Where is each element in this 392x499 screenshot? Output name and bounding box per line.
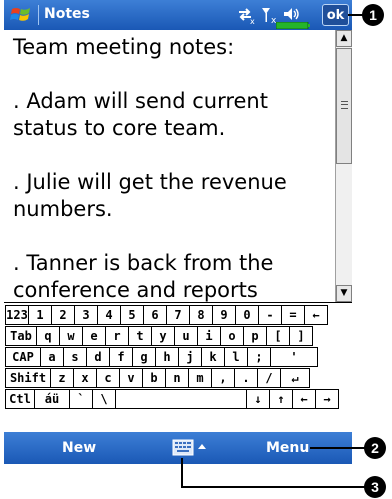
key[interactable]: x	[73, 368, 97, 388]
pocketpc-screen: Notes x x ok Team meeting notes: . Adam …	[4, 0, 352, 464]
space-key[interactable]	[115, 389, 247, 409]
note-paragraph: . Adam will send current status to core …	[13, 89, 268, 140]
scroll-down-button[interactable]: ▼	[336, 285, 352, 302]
callout-line	[181, 486, 366, 488]
note-text[interactable]: Team meeting notes: . Adam will send cur…	[4, 30, 335, 302]
key[interactable]: .	[234, 368, 258, 388]
app-title: Notes	[44, 6, 90, 22]
key[interactable]: w	[59, 326, 83, 346]
scroll-thumb[interactable]	[336, 48, 352, 164]
key[interactable]: 3	[74, 305, 98, 325]
note-paragraph: . Tanner is back from the conference and…	[13, 251, 274, 302]
key[interactable]: z	[50, 368, 74, 388]
soft-keyboard: 123 1 2 3 4 5 6 7 8 9 0- = ← Tab q w e r t y u i o p[] CAP a s d f…	[4, 302, 352, 432]
key[interactable]: 8	[189, 305, 213, 325]
enter-key[interactable]: ↵	[280, 368, 310, 388]
key[interactable]: e	[82, 326, 106, 346]
numbers-key[interactable]: 123	[5, 305, 29, 325]
key[interactable]: y	[151, 326, 175, 346]
title-separator	[38, 5, 39, 25]
ctrl-key[interactable]: Ctl	[5, 389, 35, 409]
key[interactable]: 6	[143, 305, 167, 325]
arrow-up-key[interactable]: ↑	[269, 389, 293, 409]
key[interactable]: =	[281, 305, 305, 325]
key[interactable]: f	[109, 347, 133, 367]
callout-2: 2	[364, 437, 386, 459]
key[interactable]: g	[132, 347, 156, 367]
callout-3: 3	[364, 476, 386, 498]
key[interactable]: 0	[235, 305, 259, 325]
note-paragraph: Team meeting notes:	[13, 35, 235, 59]
key[interactable]: '	[270, 347, 318, 367]
callout-1: 1	[362, 4, 384, 26]
vertical-scrollbar[interactable]: ▲ ▼	[335, 30, 352, 302]
key[interactable]: c	[96, 368, 120, 388]
key[interactable]: j	[178, 347, 202, 367]
windows-start-flag-icon[interactable]	[10, 4, 32, 26]
arrow-left-key[interactable]: ←	[292, 389, 316, 409]
key[interactable]: r	[105, 326, 129, 346]
key[interactable]: m	[188, 368, 212, 388]
key[interactable]: l	[224, 347, 248, 367]
key[interactable]: u	[174, 326, 198, 346]
key[interactable]: -	[258, 305, 282, 325]
keyboard-input-icon[interactable]	[172, 438, 210, 458]
key[interactable]: 5	[120, 305, 144, 325]
arrow-down-key[interactable]: ↓	[246, 389, 270, 409]
key[interactable]: q	[36, 326, 60, 346]
callout-line	[181, 458, 183, 487]
shift-key[interactable]: Shift	[5, 368, 51, 388]
menu-bar: New Menu	[4, 432, 352, 464]
key[interactable]: 7	[166, 305, 190, 325]
key[interactable]: `	[69, 389, 93, 409]
key[interactable]: k	[201, 347, 225, 367]
key[interactable]: s	[63, 347, 87, 367]
connectivity-icon[interactable]: x	[236, 5, 256, 25]
key[interactable]: áü	[34, 389, 70, 409]
callout-line	[310, 447, 366, 449]
key[interactable]: ,	[211, 368, 235, 388]
backspace-key[interactable]: ←	[304, 305, 328, 325]
title-bar: Notes x x ok	[4, 0, 352, 30]
key[interactable]: \	[92, 389, 116, 409]
key[interactable]: h	[155, 347, 179, 367]
new-button[interactable]: New	[62, 440, 96, 456]
notes-document[interactable]: Team meeting notes: . Adam will send cur…	[4, 30, 335, 302]
key[interactable]: ]	[289, 326, 313, 346]
scroll-up-button[interactable]: ▲	[336, 30, 352, 47]
key[interactable]: ;	[247, 347, 271, 367]
key[interactable]: a	[40, 347, 64, 367]
tab-key[interactable]: Tab	[5, 326, 37, 346]
key[interactable]: 4	[97, 305, 121, 325]
key[interactable]: d	[86, 347, 110, 367]
key[interactable]: p	[243, 326, 267, 346]
key[interactable]: i	[197, 326, 221, 346]
key[interactable]: 1	[28, 305, 52, 325]
key[interactable]: b	[142, 368, 166, 388]
battery-icon	[276, 22, 310, 29]
note-paragraph: . Julie will get the revenue numbers.	[13, 170, 287, 221]
key[interactable]: v	[119, 368, 143, 388]
key[interactable]: 2	[51, 305, 75, 325]
key[interactable]: /	[257, 368, 281, 388]
key[interactable]: n	[165, 368, 189, 388]
key[interactable]: 9	[212, 305, 236, 325]
key[interactable]: o	[220, 326, 244, 346]
key[interactable]: t	[128, 326, 152, 346]
scroll-grip-icon	[341, 101, 348, 109]
menu-button[interactable]: Menu	[266, 440, 309, 456]
arrow-right-key[interactable]: →	[315, 389, 339, 409]
svg-text:x: x	[250, 17, 255, 25]
ok-button[interactable]: ok	[322, 4, 349, 26]
caps-key[interactable]: CAP	[5, 347, 41, 367]
key[interactable]: [	[266, 326, 290, 346]
